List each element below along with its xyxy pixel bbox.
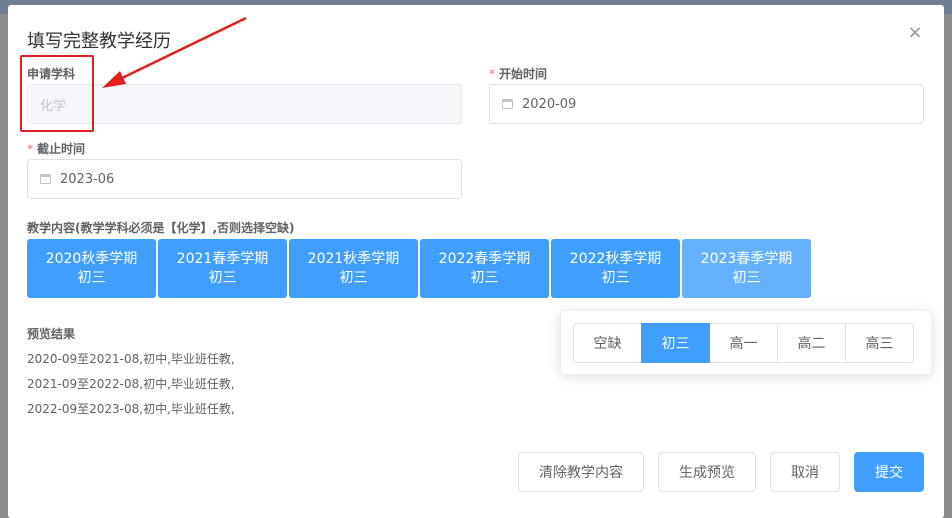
term-button[interactable]: 2021秋季学期 初三 <box>289 239 418 298</box>
start-time-label: * 开始时间 <box>489 67 548 81</box>
cancel-button[interactable]: 取消 <box>770 452 840 492</box>
term-buttons: 2020秋季学期 初三 2021春季学期 初三 2021秋季学期 初三 2022… <box>27 239 811 298</box>
term-button[interactable]: 2020秋季学期 初三 <box>27 239 156 298</box>
end-time-picker[interactable]: 2023-06 <box>27 159 462 199</box>
dialog-title: 填写完整教学经历 <box>27 31 171 52</box>
preview-title: 预览结果 <box>27 327 76 341</box>
grade-radio-group: 空缺 初三 高一 高二 高三 <box>573 323 914 363</box>
grade-option-junior3[interactable]: 初三 <box>641 323 710 363</box>
required-mark: * <box>27 142 33 156</box>
teaching-content-label: 教学内容(教学学科必须是【化学】,否则选择空缺) <box>27 221 295 235</box>
grade-option-senior3[interactable]: 高三 <box>845 323 914 363</box>
term-button-active[interactable]: 2023春季学期 初三 <box>682 239 811 298</box>
term-button[interactable]: 2021春季学期 初三 <box>158 239 287 298</box>
preview-line: 2020-09至2021-08,初中,毕业班任教, <box>27 352 235 366</box>
preview-line: 2021-09至2022-08,初中,毕业班任教, <box>27 377 235 391</box>
required-mark: * <box>489 67 495 81</box>
grade-option-vacant[interactable]: 空缺 <box>573 323 642 363</box>
calendar-icon <box>502 99 513 109</box>
grade-option-senior1[interactable]: 高一 <box>709 323 778 363</box>
generate-preview-button[interactable]: 生成预览 <box>658 452 756 492</box>
submit-button[interactable]: 提交 <box>854 452 924 492</box>
end-time-label: * 截止时间 <box>27 142 86 156</box>
teaching-experience-dialog: 填写完整教学经历 × 申请学科 化学 * 开始时间 2020-09 * 截止时间 2… <box>8 5 944 518</box>
grade-option-senior2[interactable]: 高二 <box>777 323 846 363</box>
close-icon[interactable]: × <box>906 24 924 42</box>
term-button[interactable]: 2022春季学期 初三 <box>420 239 549 298</box>
calendar-icon <box>40 174 51 184</box>
grade-popover: 空缺 初三 高一 高二 高三 <box>560 310 932 375</box>
preview-line: 2022-09至2023-08,初中,毕业班任教, <box>27 402 235 416</box>
clear-content-button[interactable]: 清除教学内容 <box>518 452 644 492</box>
term-button[interactable]: 2022秋季学期 初三 <box>551 239 680 298</box>
annotation-highlight-box <box>20 55 94 132</box>
start-time-picker[interactable]: 2020-09 <box>489 84 924 124</box>
